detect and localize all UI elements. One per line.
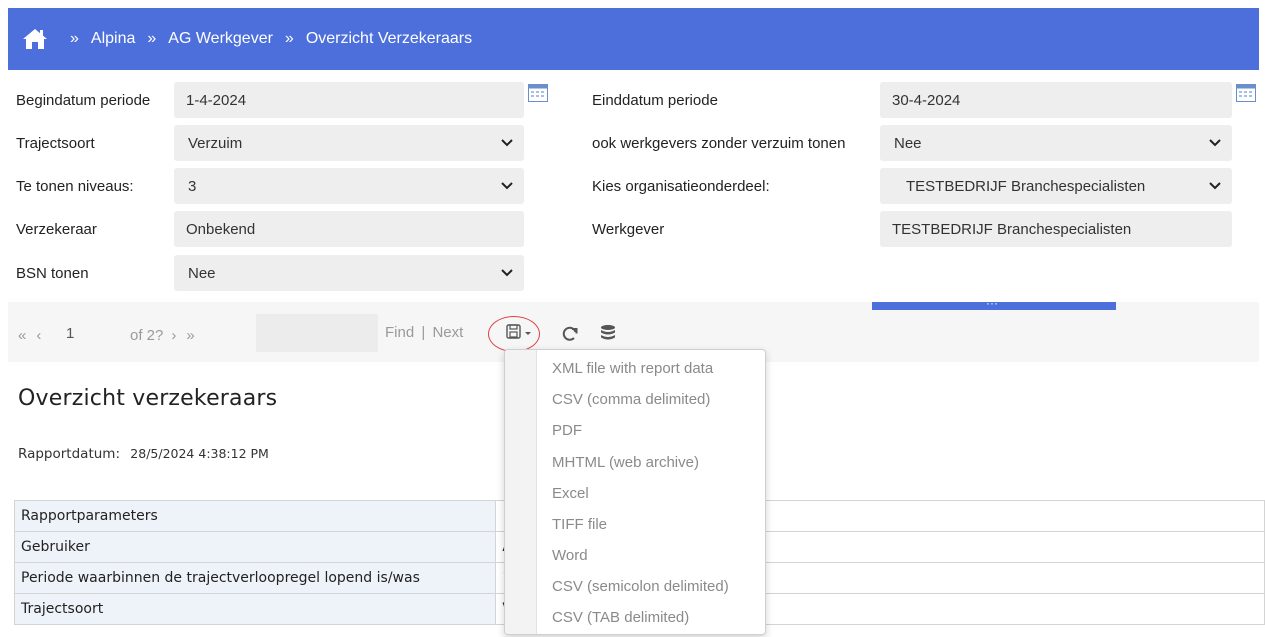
niveaus-value: 3	[188, 177, 197, 195]
database-icon[interactable]	[600, 324, 616, 344]
begindatum-input[interactable]: 1-4-2024	[174, 82, 524, 118]
page-number-input[interactable]: 1	[62, 316, 106, 352]
breadcrumb-separator: »	[284, 30, 294, 47]
save-export-icon[interactable]	[504, 322, 534, 344]
find-text-input[interactable]	[256, 314, 378, 352]
zonder-verzuim-select[interactable]: Nee	[880, 125, 1232, 161]
breadcrumb-bar: » Alpina » AG Werkgever » Overzicht Verz…	[8, 8, 1259, 70]
verzekeraar-field[interactable]: Onbekend	[174, 211, 524, 247]
breadcrumb-item-alpina[interactable]: Alpina	[91, 30, 135, 48]
form-row: BSN tonen Nee	[8, 254, 1259, 294]
bsn-value: Nee	[188, 264, 216, 282]
page-count-label: of 2?	[130, 326, 164, 344]
pager-total: of 2? › »	[130, 320, 195, 350]
collapse-parameters-button[interactable]: ···	[872, 296, 1116, 310]
report-date: Rapportdatum: 28/5/2024 4:38:12 PM	[18, 446, 269, 462]
breadcrumb-separator: »	[70, 30, 79, 47]
menu-item-tiff[interactable]: TIFF file	[552, 509, 607, 540]
home-icon[interactable]	[22, 28, 48, 50]
niveaus-select[interactable]: 3	[174, 168, 524, 204]
chevron-down-icon	[501, 269, 513, 277]
breadcrumb-separator: »	[147, 30, 157, 47]
einddatum-input[interactable]: 30-4-2024	[880, 82, 1232, 118]
find-divider: |	[421, 324, 426, 341]
organisatie-select[interactable]: TESTBEDRIJF Branchespecialisten	[880, 168, 1232, 204]
menu-item-pdf[interactable]: PDF	[552, 415, 582, 446]
param-key: Trajectsoort	[13, 593, 497, 625]
export-format-menu: XML file with report data CSV (comma del…	[504, 349, 766, 635]
calendar-icon[interactable]	[528, 84, 548, 102]
report-date-value: 28/5/2024 4:38:12 PM	[130, 446, 269, 461]
menu-item-word[interactable]: Word	[552, 540, 588, 571]
form-row: Trajectsoort Verzuim ook werkgevers zond…	[8, 124, 1259, 164]
werkgever-field[interactable]: TESTBEDRIJF Branchespecialisten	[880, 211, 1232, 247]
report-parameters-form: Begindatum periode 1-4-2024 Einddatum pe…	[8, 78, 1259, 296]
collapse-label: ···	[986, 296, 998, 310]
niveaus-label: Te tonen niveaus:	[16, 178, 134, 195]
trajectsoort-value: Verzuim	[188, 134, 243, 152]
param-key: Periode waarbinnen de trajectverlooprege…	[13, 562, 497, 594]
breadcrumb-item-ag-werkgever[interactable]: AG Werkgever	[168, 30, 273, 48]
chevron-down-icon	[1209, 139, 1221, 147]
bsn-select[interactable]: Nee	[174, 255, 524, 291]
refresh-icon[interactable]	[561, 325, 579, 343]
param-key: Rapportparameters	[13, 500, 497, 532]
form-row: Verzekeraar Onbekend Werkgever TESTBEDRI…	[8, 210, 1259, 250]
chevron-down-icon	[501, 182, 513, 190]
form-row: Te tonen niveaus: 3 Kies organisatieonde…	[8, 167, 1259, 207]
trajectsoort-select[interactable]: Verzuim	[174, 125, 524, 161]
menu-item-csv-semicolon[interactable]: CSV (semicolon delimited)	[552, 571, 729, 602]
first-page-button[interactable]: «	[18, 327, 26, 344]
pager: « ‹	[8, 320, 41, 350]
verzekeraar-label: Verzekeraar	[16, 221, 97, 238]
breadcrumb-item-overzicht[interactable]: Overzicht Verzekeraars	[306, 30, 472, 48]
menu-item-csv-comma[interactable]: CSV (comma delimited)	[552, 384, 710, 415]
bsn-label: BSN tonen	[16, 265, 89, 282]
zonder-verzuim-label: ook werkgevers zonder verzuim tonen	[592, 135, 846, 152]
menu-item-csv-tab[interactable]: CSV (TAB delimited)	[552, 602, 689, 633]
begindatum-label: Begindatum periode	[16, 92, 151, 109]
menu-item-excel[interactable]: Excel	[552, 478, 589, 509]
werkgever-label: Werkgever	[592, 221, 665, 238]
organisatie-label: Kies organisatieonderdeel:	[592, 178, 770, 195]
report-date-label: Rapportdatum:	[18, 446, 120, 462]
find-next-button[interactable]: Next	[432, 324, 463, 341]
trajectsoort-label: Trajectsoort	[16, 135, 95, 152]
next-page-button[interactable]: ›	[171, 327, 176, 344]
find-button[interactable]: Find	[385, 324, 414, 341]
calendar-icon[interactable]	[1236, 84, 1256, 102]
breadcrumb: » Alpina » AG Werkgever » Overzicht Verz…	[66, 30, 472, 48]
report-title: Overzicht verzekeraars	[18, 386, 278, 411]
menu-item-xml[interactable]: XML file with report data	[552, 353, 713, 384]
chevron-down-icon	[501, 139, 513, 147]
last-page-button[interactable]: »	[186, 327, 194, 344]
find-controls: Find | Next	[385, 324, 463, 341]
menu-icon-gutter	[505, 350, 537, 634]
organisatie-value: TESTBEDRIJF Branchespecialisten	[906, 177, 1146, 195]
menu-item-mhtml[interactable]: MHTML (web archive)	[552, 447, 699, 478]
einddatum-label: Einddatum periode	[592, 92, 718, 109]
form-row: Begindatum periode 1-4-2024 Einddatum pe…	[8, 81, 1259, 121]
previous-page-button[interactable]: ‹	[36, 327, 41, 344]
chevron-down-icon	[1209, 182, 1221, 190]
param-key: Gebruiker	[13, 531, 497, 563]
zonder-verzuim-value: Nee	[894, 134, 922, 152]
